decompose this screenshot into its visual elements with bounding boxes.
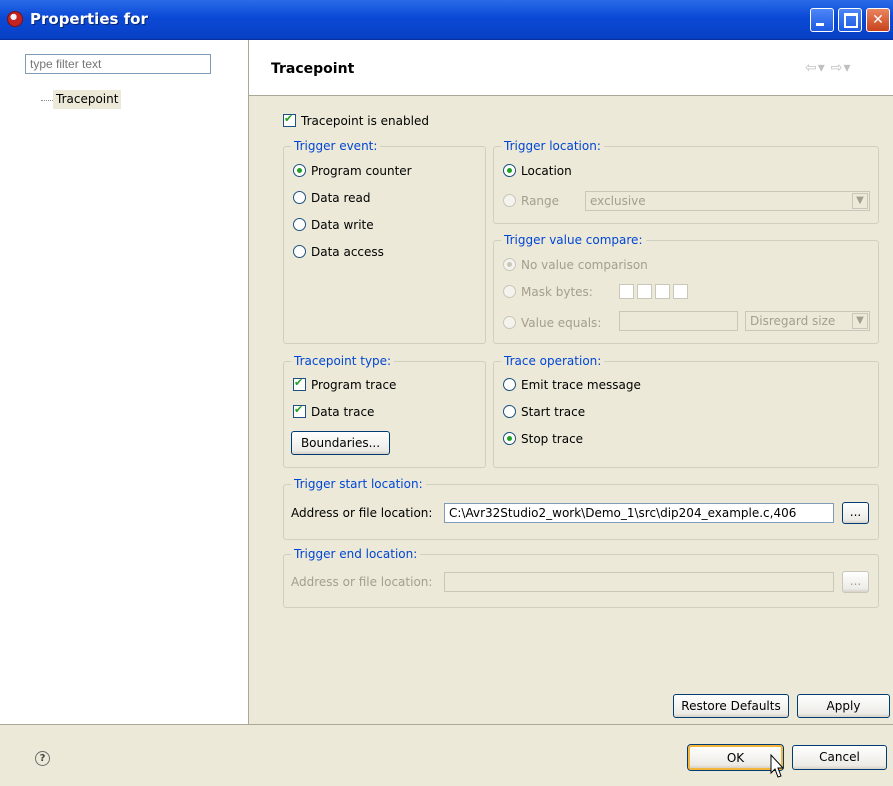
size-mode-value: Disregard size: [750, 314, 836, 328]
help-icon[interactable]: ?: [35, 751, 50, 766]
forward-arrow-icon[interactable]: ⇨▾: [831, 60, 852, 76]
radio-data-access-label: Data access: [311, 245, 384, 259]
radio-location[interactable]: [503, 164, 516, 177]
radio-stop-trace[interactable]: [503, 432, 516, 445]
trigger-event-label: Trigger event:: [291, 138, 381, 154]
maximize-icon: [839, 9, 861, 31]
radio-mask-bytes[interactable]: [503, 285, 516, 298]
end-browse-button[interactable]: ...: [842, 571, 869, 593]
tree-connector: [41, 100, 53, 101]
mask-byte-box[interactable]: [619, 284, 634, 299]
trigger-location-group: [493, 146, 879, 224]
history-nav: ⇦▾ ⇨▾: [805, 60, 857, 76]
radio-data-access[interactable]: [293, 245, 306, 258]
radio-range-label: Range: [521, 194, 560, 208]
mask-byte-box[interactable]: [655, 284, 670, 299]
maximize-button[interactable]: [838, 8, 862, 32]
app-icon: [7, 11, 23, 27]
back-arrow-icon[interactable]: ⇦▾: [805, 60, 826, 76]
cancel-button[interactable]: Cancel: [792, 745, 887, 770]
radio-stop-trace-label: Stop trace: [521, 432, 584, 446]
mouse-pointer-icon: [770, 753, 785, 778]
boundaries-button[interactable]: Boundaries...: [291, 431, 390, 455]
trigger-location-label: Trigger location:: [501, 138, 604, 154]
close-button[interactable]: [866, 8, 890, 32]
radio-location-label: Location: [521, 164, 572, 178]
minimize-button[interactable]: [810, 8, 834, 32]
range-mode-value: exclusive: [590, 194, 646, 208]
restore-defaults-button[interactable]: Restore Defaults: [673, 694, 789, 718]
radio-no-value-label: No value comparison: [521, 258, 648, 272]
radio-mask-bytes-label: Mask bytes:: [521, 285, 593, 299]
minimize-icon: [811, 9, 833, 31]
chevron-down-icon: ▼: [852, 313, 868, 329]
title-bar: Properties for: [0, 0, 893, 40]
mask-byte-box[interactable]: [637, 284, 652, 299]
radio-no-value[interactable]: [503, 258, 516, 271]
radio-data-write-label: Data write: [311, 218, 374, 232]
program-trace-label: Program trace: [311, 378, 397, 392]
enabled-checkbox[interactable]: [283, 112, 296, 127]
trigger-end-label: Trigger end location:: [291, 546, 421, 562]
end-location-input[interactable]: [444, 572, 834, 592]
tree-item-tracepoint[interactable]: Tracepoint: [53, 90, 122, 109]
apply-button[interactable]: Apply: [797, 694, 890, 718]
enabled-label: Tracepoint is enabled: [301, 114, 429, 128]
radio-range[interactable]: [503, 194, 516, 207]
trigger-start-label: Trigger start location:: [291, 476, 426, 492]
chevron-down-icon: ▼: [852, 193, 868, 209]
page-title: Tracepoint: [271, 61, 355, 77]
size-mode-select[interactable]: Disregard size ▼: [745, 311, 870, 331]
filter-input[interactable]: [25, 54, 211, 74]
radio-emit-trace[interactable]: [503, 378, 516, 391]
radio-start-trace-label: Start trace: [521, 405, 586, 419]
trigger-value-compare-label: Trigger value compare:: [501, 232, 646, 248]
trace-operation-label: Trace operation:: [501, 353, 605, 369]
radio-value-equals-label: Value equals:: [521, 316, 602, 330]
radio-program-counter[interactable]: [293, 164, 306, 177]
data-trace-label: Data trace: [311, 405, 375, 419]
range-mode-select[interactable]: exclusive ▼: [585, 191, 870, 211]
end-field-label: Address or file location:: [291, 575, 433, 589]
radio-emit-trace-label: Emit trace message: [521, 378, 641, 392]
data-trace-checkbox[interactable]: [293, 403, 306, 418]
radio-program-counter-label: Program counter: [311, 164, 412, 178]
radio-value-equals[interactable]: [503, 316, 516, 329]
start-location-input[interactable]: C:\Avr32Studio2_work\Demo_1\src\dip204_e…: [444, 503, 834, 523]
left-pane: [0, 40, 249, 724]
start-browse-button[interactable]: ...: [842, 502, 869, 524]
window-title: Properties for: [30, 10, 148, 28]
tracepoint-type-label: Tracepoint type:: [291, 353, 395, 369]
mask-byte-box[interactable]: [673, 284, 688, 299]
radio-data-write[interactable]: [293, 218, 306, 231]
program-trace-checkbox[interactable]: [293, 376, 306, 391]
close-icon: [867, 9, 889, 31]
value-equals-input[interactable]: [619, 311, 738, 331]
radio-start-trace[interactable]: [503, 405, 516, 418]
start-field-label: Address or file location:: [291, 506, 433, 520]
radio-data-read-label: Data read: [311, 191, 371, 205]
radio-data-read[interactable]: [293, 191, 306, 204]
